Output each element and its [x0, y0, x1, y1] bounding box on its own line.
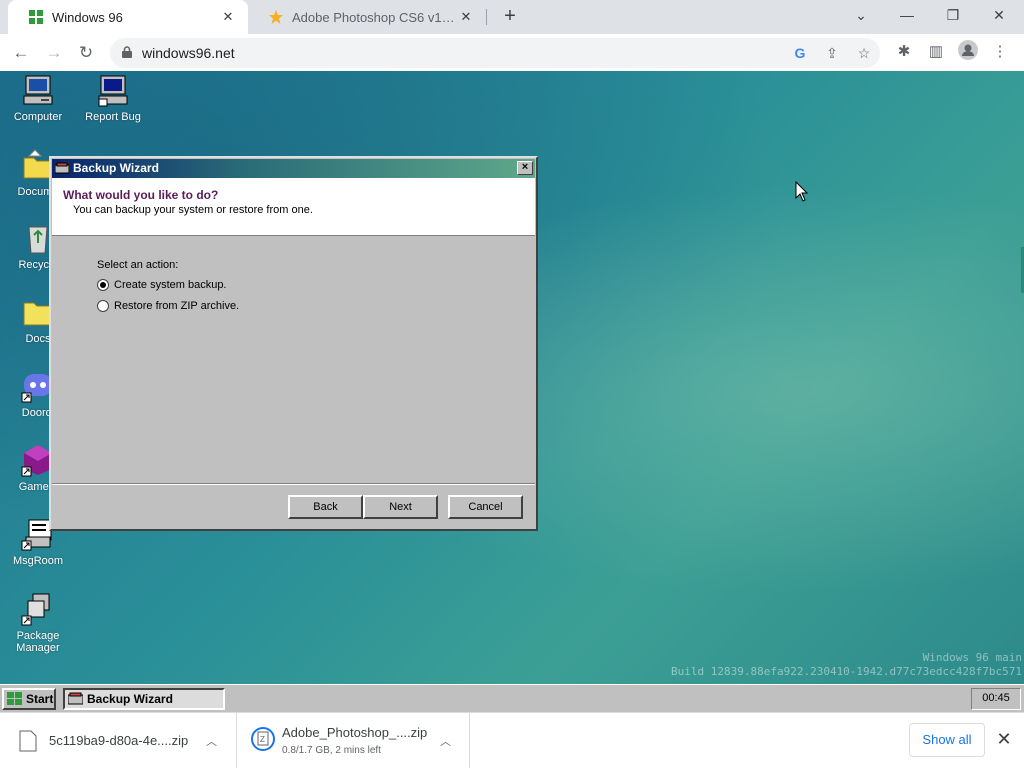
option-label: Create system backup. — [114, 279, 227, 291]
chevron-up-icon[interactable]: ︿ — [440, 733, 451, 749]
new-tab-icon[interactable]: + — [498, 4, 522, 28]
backup-app-icon — [54, 161, 70, 175]
url-text: windows96.net — [142, 45, 235, 61]
google-icon[interactable]: G — [789, 42, 811, 64]
forward-icon[interactable]: → — [41, 40, 67, 66]
bookmark-star-icon[interactable]: ☆ — [853, 42, 875, 64]
reload-icon[interactable]: ↻ — [73, 40, 99, 66]
wizard-titlebar[interactable]: Backup Wizard × — [52, 159, 535, 178]
address-bar[interactable]: windows96.net G ⇪ ☆ — [110, 38, 880, 68]
close-window-icon[interactable]: ✕ — [976, 0, 1022, 30]
chevron-up-icon[interactable]: ︿ — [206, 733, 217, 749]
show-all-button[interactable]: Show all — [909, 723, 985, 757]
desktop-icon-report-bug[interactable]: Report Bug — [77, 73, 149, 123]
download-item[interactable]: Z Adobe_Photoshop_....zip 0.8/1.7 GB, 2 … — [237, 713, 470, 768]
option-label: Restore from ZIP archive. — [114, 300, 240, 312]
report-bug-icon — [96, 73, 130, 107]
desktop-icon-label: Package Manager — [16, 630, 60, 654]
close-shelf-icon[interactable]: ✕ — [994, 727, 1014, 751]
browser-tab-strip: Windows 96 ✕ Adobe Photoshop CS6 v13.0 D… — [0, 0, 1024, 34]
computer-icon — [21, 73, 55, 107]
select-action-label: Select an action: — [97, 259, 179, 271]
desktop-icon-label: MsgRoom — [12, 555, 64, 567]
desktop-icon-package-manager[interactable]: Package Manager — [2, 592, 74, 654]
wizard-question: What would you like to do? — [63, 188, 219, 202]
start-label: Start — [26, 692, 54, 706]
zip-file-icon: Z — [251, 727, 275, 751]
taskbar-item-label: Backup Wizard — [87, 692, 173, 706]
share-icon[interactable]: ⇪ — [821, 42, 843, 64]
start-button[interactable]: Start — [2, 688, 56, 710]
file-icon — [18, 730, 38, 752]
windows96-favicon-icon — [28, 9, 44, 25]
radio-button[interactable] — [97, 300, 109, 312]
menu-kebab-icon[interactable]: ⋮ — [988, 40, 1012, 64]
taskbar-clock: 00:45 — [971, 688, 1021, 710]
browser-toolbar: ← → ↻ windows96.net G ⇪ ☆ ✱ ▥ ⋮ — [0, 34, 1024, 71]
build-number: Build 12839.88efa922.230410-1942.d77c73e… — [671, 665, 1022, 678]
tab-title: Adobe Photoshop CS6 v13.0 Dow — [292, 9, 458, 25]
desktop-icon-computer[interactable]: Computer — [2, 73, 74, 123]
tab-title: Windows 96 — [52, 9, 123, 25]
tab-close-icon[interactable]: ✕ — [458, 9, 474, 25]
backup-app-icon — [67, 692, 84, 705]
extensions-icon[interactable]: ✱ — [892, 40, 916, 64]
cancel-button[interactable]: Cancel — [448, 495, 523, 519]
download-filename: Adobe_Photoshop_....zip — [282, 725, 428, 740]
lock-icon — [122, 46, 132, 58]
side-panel-icon[interactable]: ▥ — [924, 40, 948, 64]
back-button[interactable]: Back — [288, 495, 363, 519]
start-logo-icon — [7, 692, 22, 706]
backup-wizard-window: Backup Wizard × What would you like to d… — [49, 156, 538, 531]
wizard-subtitle: You can backup your system or restore fr… — [73, 204, 313, 216]
desktop-icon-label: Report Bug — [85, 111, 141, 123]
wizard-header: What would you like to do? You can backu… — [52, 178, 535, 236]
download-progress-text: 0.8/1.7 GB, 2 mins left — [282, 745, 381, 756]
build-info: Windows 96 main Build 12839.88efa922.230… — [671, 651, 1022, 679]
option-create-backup[interactable]: Create system backup. — [97, 279, 227, 291]
profile-avatar-icon[interactable] — [956, 40, 980, 64]
option-restore-zip[interactable]: Restore from ZIP archive. — [97, 300, 239, 312]
tab-photoshop[interactable]: Adobe Photoshop CS6 v13.0 Dow ✕ — [248, 0, 486, 34]
restore-icon[interactable]: ❐ — [930, 0, 976, 30]
desktop-icon-label: Computer — [13, 111, 63, 123]
download-shelf: 5c119ba9-d80a-4e....zip ︿ Z Adobe_Photos… — [0, 712, 1024, 768]
tab-close-icon[interactable]: ✕ — [220, 9, 236, 25]
svg-text:Z: Z — [260, 735, 265, 744]
star-favicon-icon — [268, 9, 284, 25]
win96-taskbar: Start Backup Wizard 00:45 — [0, 684, 1024, 712]
taskbar-item-backup-wizard[interactable]: Backup Wizard — [63, 688, 225, 710]
mouse-cursor-icon — [795, 180, 809, 203]
wizard-title: Backup Wizard — [73, 161, 159, 175]
back-icon[interactable]: ← — [8, 40, 34, 66]
radio-button-checked[interactable] — [97, 279, 109, 291]
wizard-close-button[interactable]: × — [517, 161, 533, 175]
tab-windows96[interactable]: Windows 96 ✕ — [8, 0, 248, 34]
tab-separator — [486, 9, 487, 25]
download-filename: 5c119ba9-d80a-4e....zip — [49, 733, 189, 748]
wizard-body: Select an action: Create system backup. … — [52, 237, 535, 484]
tab-search-chevron-icon[interactable]: ⌄ — [838, 0, 884, 30]
package-manager-icon — [21, 592, 55, 626]
download-item[interactable]: 5c119ba9-d80a-4e....zip ︿ — [0, 713, 237, 768]
build-os-name: Windows 96 main — [922, 651, 1022, 664]
next-button[interactable]: Next — [363, 495, 438, 519]
minimize-icon[interactable]: — — [884, 0, 930, 30]
wizard-divider — [52, 483, 535, 485]
